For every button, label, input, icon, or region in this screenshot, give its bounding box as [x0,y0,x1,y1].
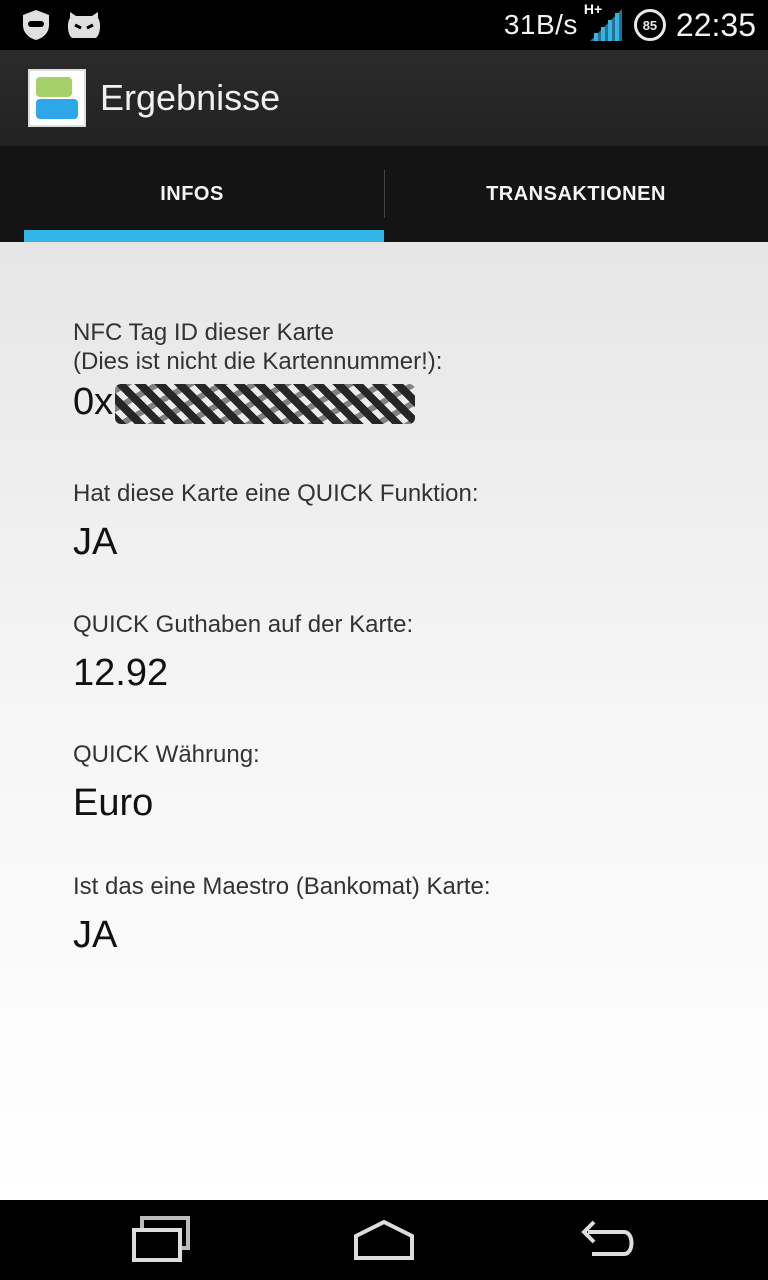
home-icon[interactable] [344,1210,424,1270]
navigation-bar [0,1200,768,1280]
field-value: 0x [73,380,442,424]
field-label: QUICK Guthaben auf der Karte: [73,611,414,638]
recent-apps-icon[interactable] [120,1210,200,1270]
tab-infos[interactable]: INFOS [0,146,384,242]
clock: 22:35 [675,6,756,43]
info-content: NFC Tag ID dieser Karte (Dies ist nicht … [0,242,768,1200]
field-label: NFC Tag ID dieser Karte (Dies ist nicht … [73,319,443,375]
tab-divider [384,170,385,218]
status-bar: 31B/s H+ 85 22:35 [0,0,768,50]
battery-icon: 85 [633,9,666,41]
app-logo-icon[interactable] [28,69,86,127]
tab-label: INFOS [160,182,224,205]
field-quick-waehrung: QUICK Währung: Euro [73,740,260,825]
tab-bar: INFOS TRANSAKTIONEN [0,146,768,242]
field-quick-funktion: Hat diese Karte eine QUICK Funktion: JA [73,479,479,564]
field-nfc-tag-id: NFC Tag ID dieser Karte (Dies ist nicht … [73,318,442,424]
page-title: Ergebnisse [100,77,281,118]
action-bar: Ergebnisse [0,50,768,146]
field-label: Ist das eine Maestro (Bankomat) Karte: [73,873,491,900]
nfc-id-prefix: 0x [73,381,114,423]
privacy-guard-icon [20,8,52,47]
field-label: QUICK Währung: [73,741,260,768]
selected-tab-indicator [24,230,384,242]
tab-transaktionen[interactable]: TRANSAKTIONEN [384,146,768,242]
field-value: JA [73,914,118,956]
tab-label: TRANSAKTIONEN [486,182,666,205]
field-label: Hat diese Karte eine QUICK Funktion: [73,480,479,507]
back-icon[interactable] [568,1210,648,1270]
field-quick-guthaben: QUICK Guthaben auf der Karte: 12.92 [73,610,413,695]
field-value: 12.92 [73,652,169,694]
signal-icon: H+ [584,1,624,43]
field-maestro: Ist das eine Maestro (Bankomat) Karte: J… [73,872,491,957]
redacted-id [115,383,416,424]
field-value: Euro [73,782,154,824]
field-value: JA [73,521,118,563]
network-speed: 31B/s [503,9,578,40]
cyanogenmod-icon [66,8,102,47]
battery-level: 85 [642,17,658,33]
